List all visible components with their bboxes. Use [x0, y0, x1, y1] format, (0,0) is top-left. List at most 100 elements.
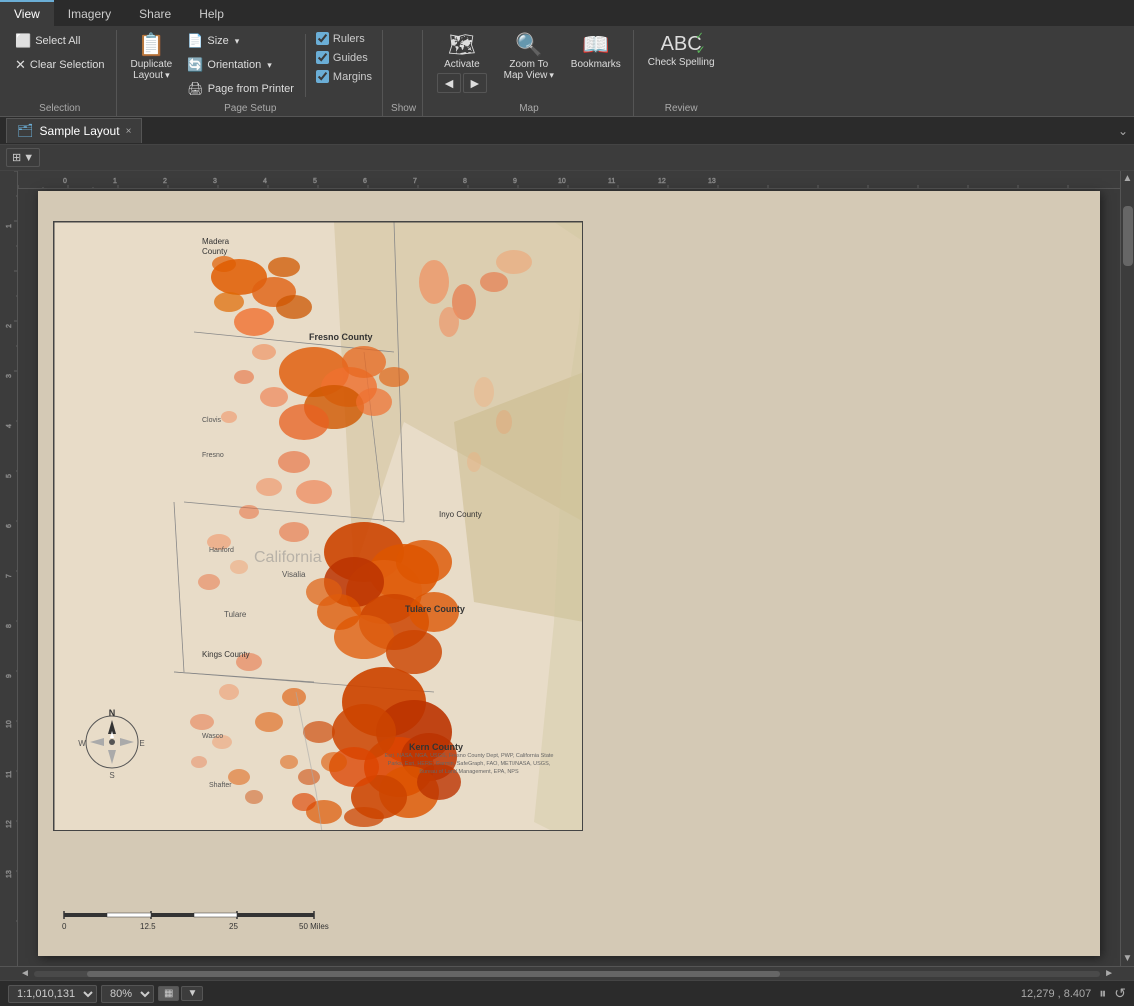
svg-text:8: 8 [6, 624, 13, 628]
svg-text:4: 4 [263, 178, 267, 185]
layout-tab-label: Sample Layout [40, 124, 120, 138]
coordinates-display: 12,279 , 8.407 [1021, 988, 1091, 1000]
svg-text:W: W [78, 739, 86, 748]
margins-checkbox-item[interactable]: Margins [312, 68, 376, 85]
selection-buttons: ⬜ Select All ✕ Clear Selection [10, 30, 110, 101]
svg-text:Parks, Esri, HERE, Garmin, Saf: Parks, Esri, HERE, Garmin, SafeGraph, FA… [388, 761, 551, 767]
scale-bar: 0 12.5 25 50 Miles [54, 905, 334, 938]
ribbon: View Imagery Share Help ⬜ Select All ✕ C… [0, 0, 1134, 117]
pause-btn[interactable]: ⏸ [1099, 985, 1106, 1002]
view-btn-1[interactable]: ▦ [158, 986, 179, 1001]
refresh-btn[interactable]: ↺ [1114, 985, 1126, 1002]
view-btn-2[interactable]: ▼ [181, 986, 203, 1001]
ruler-left: 1 2 3 4 5 6 7 8 9 10 [0, 171, 18, 966]
tab-view[interactable]: View [0, 0, 54, 26]
ribbon-content: ⬜ Select All ✕ Clear Selection Selection… [0, 26, 1134, 116]
guides-checkbox-item[interactable]: Guides [312, 49, 376, 66]
scroll-left-arrow[interactable]: ◄ [16, 968, 34, 979]
scale-selector[interactable]: 1:1,010,131 [8, 985, 97, 1003]
svg-text:Inyo County: Inyo County [439, 510, 482, 519]
check-spelling-button[interactable]: ABC ✓ Check Spelling [642, 30, 721, 72]
scroll-bottom: ◄ ► [0, 966, 1134, 980]
mini-toolbar-arrow: ▼ [23, 152, 34, 164]
prev-extent-btn[interactable]: ◄ [437, 73, 461, 93]
scroll-bottom-track [34, 971, 1100, 977]
duplicate-layout-button[interactable]: 📋 DuplicateLayout▾ [125, 30, 179, 85]
size-button[interactable]: 📄 Size ▾ [182, 30, 299, 52]
svg-text:10: 10 [6, 720, 13, 728]
scroll-down-arrow[interactable]: ▼ [1121, 951, 1134, 966]
zoom-map-icon: 🔍 [515, 34, 542, 56]
activate-button[interactable]: 🗺 Activate ◄ ► [431, 30, 493, 97]
bookmarks-button[interactable]: 📖 Bookmarks [565, 30, 627, 74]
svg-text:8: 8 [463, 178, 467, 185]
svg-text:6: 6 [363, 178, 367, 185]
next-extent-btn[interactable]: ► [463, 73, 487, 93]
page-setup-content: 📋 DuplicateLayout▾ 📄 Size ▾ 🔄 Orientatio… [125, 30, 377, 101]
scroll-up-arrow[interactable]: ▲ [1121, 171, 1134, 186]
main-area: 1 2 3 4 5 6 7 8 9 10 [0, 171, 1134, 966]
status-bar: 1:1,010,131 80% ▦ ▼ 12,279 , 8.407 ⏸ ↺ [0, 980, 1134, 1006]
layout-tab-icon: 🗂 [17, 123, 34, 139]
svg-text:0: 0 [62, 922, 67, 931]
tab-chevron[interactable]: ⌄ [1118, 124, 1134, 138]
rulers-checkbox-item[interactable]: Rulers [312, 30, 376, 47]
printer-icon: 🖨 [187, 81, 204, 97]
clear-selection-button[interactable]: ✕ Clear Selection [10, 54, 110, 76]
svg-text:Kings County: Kings County [202, 650, 250, 659]
zoom-map-label: Zoom ToMap View▾ [504, 59, 554, 81]
svg-text:Esri, NASA, NGA, USGS, Fresno: Esri, NASA, NGA, USGS, Fresno County Dep… [385, 753, 554, 759]
margins-checkbox[interactable] [316, 70, 329, 83]
show-group-label: Show [391, 101, 416, 116]
zoom-to-map-view-button[interactable]: 🔍 Zoom ToMap View▾ [497, 30, 561, 85]
svg-text:12: 12 [658, 178, 666, 185]
layout-tab-close[interactable]: × [126, 126, 132, 137]
map-frame[interactable]: Madera County Fresno County Inyo County … [53, 221, 583, 831]
select-all-icon: ⬜ [15, 33, 31, 49]
svg-text:E: E [139, 739, 144, 748]
activate-arrows: ◄ ► [437, 73, 487, 93]
tab-help[interactable]: Help [185, 0, 238, 26]
activate-icon: 🗺 [448, 34, 476, 56]
tab-imagery[interactable]: Imagery [54, 0, 125, 26]
svg-text:13: 13 [6, 870, 13, 878]
orientation-button[interactable]: 🔄 Orientation ▾ [182, 54, 299, 76]
status-bar-left: 1:1,010,131 80% ▦ ▼ [8, 985, 203, 1003]
map-svg: Madera County Fresno County Inyo County … [54, 222, 583, 831]
show-checkboxes: Rulers Guides Margins [312, 30, 376, 85]
select-all-button[interactable]: ⬜ Select All [10, 30, 110, 52]
svg-text:12.5: 12.5 [140, 922, 156, 931]
map-content: 🗺 Activate ◄ ► 🔍 Zoom ToMap View▾ 📖 Book… [431, 30, 627, 101]
activate-label: Activate [444, 59, 480, 70]
group-page-setup: 📋 DuplicateLayout▾ 📄 Size ▾ 🔄 Orientatio… [119, 30, 384, 116]
page-setup-small-group: 📄 Size ▾ 🔄 Orientation ▾ 🖨 Page from Pri… [182, 30, 299, 100]
sample-layout-tab[interactable]: 🗂 Sample Layout × [6, 118, 142, 143]
svg-text:Tulare County: Tulare County [405, 604, 465, 614]
svg-text:9: 9 [6, 674, 13, 678]
tab-share[interactable]: Share [125, 0, 185, 26]
scroll-right: ▲ ▼ [1120, 171, 1134, 966]
svg-text:Hanford: Hanford [209, 547, 234, 554]
svg-text:Tulare: Tulare [224, 610, 247, 619]
size-dropdown-arrow: ▾ [235, 36, 240, 47]
group-review: ABC ✓ Check Spelling Review [636, 30, 727, 116]
svg-text:13: 13 [708, 178, 716, 185]
group-show: Show [385, 30, 423, 116]
mini-toolbar-dropdown[interactable]: ⊞ ▼ [6, 148, 40, 167]
check-spelling-label: Check Spelling [648, 57, 715, 68]
mini-toolbar: ⊞ ▼ [0, 145, 1134, 171]
svg-text:County: County [202, 247, 227, 256]
selection-small-group: ⬜ Select All ✕ Clear Selection [10, 30, 110, 76]
scroll-bottom-thumb[interactable] [87, 971, 780, 977]
zoom-selector[interactable]: 80% [101, 985, 154, 1003]
canvas-area: 0 1 2 3 4 5 6 7 8 [18, 171, 1120, 966]
guides-checkbox[interactable] [316, 51, 329, 64]
page-from-printer-button[interactable]: 🖨 Page from Printer [182, 78, 299, 100]
orientation-icon: 🔄 [187, 57, 203, 73]
svg-text:2: 2 [6, 324, 13, 328]
svg-text:2: 2 [163, 178, 167, 185]
scroll-right-arrow[interactable]: ► [1100, 968, 1118, 979]
svg-text:7: 7 [6, 574, 13, 578]
rulers-checkbox[interactable] [316, 32, 329, 45]
scroll-thumb-vertical[interactable] [1123, 206, 1133, 266]
